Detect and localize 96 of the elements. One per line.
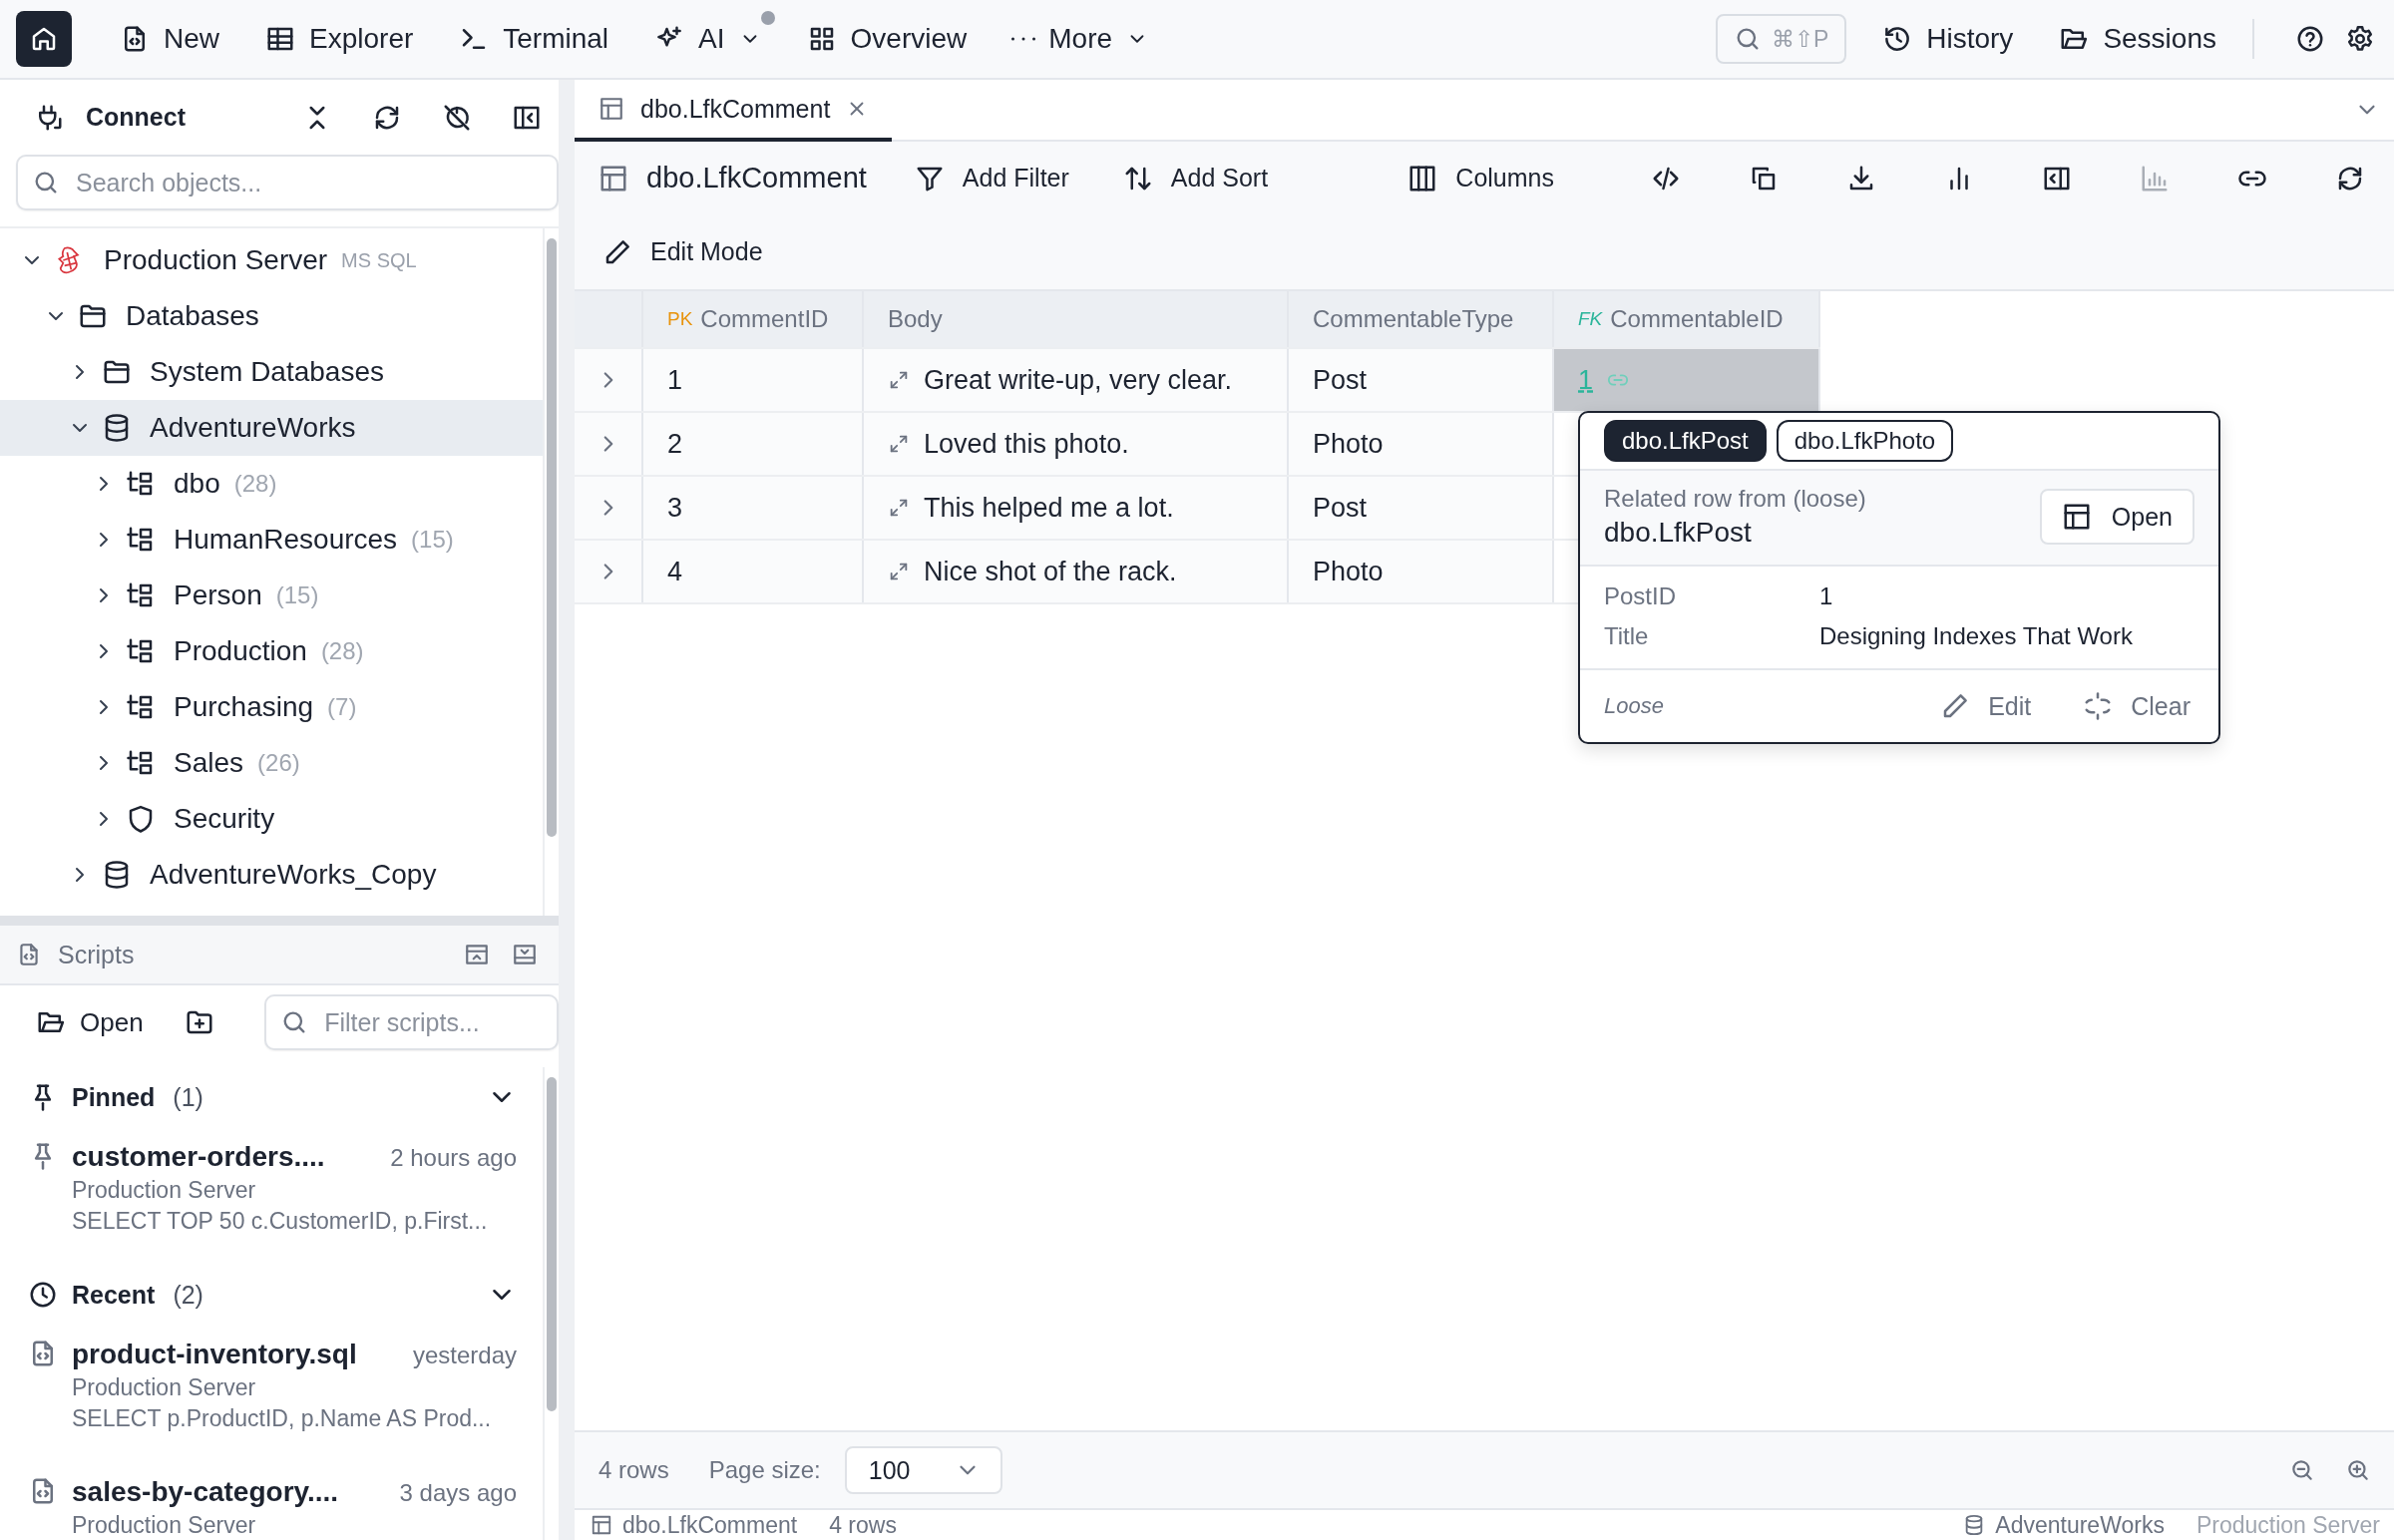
script-time: 3 days ago: [399, 1479, 517, 1507]
script-item[interactable]: sales-by-category.... 3 days ago Production Server: [28, 1462, 517, 1540]
nav-button[interactable]: Sessions: [2045, 11, 2230, 67]
tree-item[interactable]: Production (28): [0, 623, 543, 679]
expand-icon[interactable]: [888, 433, 910, 455]
mode-label: Loose: [1604, 693, 1664, 719]
search-field[interactable]: Search objects...: [16, 155, 559, 210]
expand-icon[interactable]: [888, 497, 910, 519]
script-time: 2 hours ago: [390, 1144, 517, 1172]
row-count: 4 rows: [598, 1456, 669, 1484]
scrollbar[interactable]: [547, 238, 557, 837]
panel-down-icon: [512, 942, 538, 967]
tree-item[interactable]: AdventureWorks_Copy: [0, 847, 543, 903]
nav-button[interactable]: AI: [640, 11, 775, 67]
section-header[interactable]: Pinned (1): [28, 1067, 517, 1127]
script-preview: SELECT TOP 50 c.CustomerID, p.First...: [72, 1208, 489, 1235]
script-name: customer-orders....: [72, 1141, 325, 1173]
table-cell: Nice shot of the rack.: [864, 541, 1289, 602]
table-tab[interactable]: dbo.LfkPhoto: [1776, 420, 1954, 462]
edit-button[interactable]: Edit: [1940, 691, 2032, 721]
settings-icon: [2345, 24, 2375, 54]
tree-item[interactable]: dbo (28): [0, 456, 543, 512]
table-cell: Post: [1289, 477, 1554, 539]
open-button[interactable]: Open: [36, 1006, 144, 1038]
tree-item[interactable]: AdventureWorks: [0, 400, 543, 456]
zoom-in-icon: [2345, 1457, 2371, 1483]
nav-button[interactable]: History: [1868, 11, 2028, 67]
expand-icon[interactable]: [888, 561, 910, 582]
script-name: sales-by-category....: [72, 1476, 339, 1508]
tree-item[interactable]: Production Server MS SQL: [0, 232, 543, 288]
script-name: product-inventory.sql: [72, 1339, 357, 1370]
clear-button[interactable]: Clear: [2083, 691, 2191, 721]
nav-button[interactable]: More: [998, 11, 1163, 67]
tree-item[interactable]: System Databases: [0, 344, 543, 400]
field-value: Designing Indexes That Work: [1819, 622, 2133, 650]
nav-button[interactable]: Terminal: [445, 11, 623, 67]
table-cell: Photo: [1289, 541, 1554, 602]
table-cell: Loved this photo.: [864, 413, 1289, 475]
zoom-out-icon: [2289, 1457, 2315, 1483]
script-item[interactable]: product-inventory.sql yesterday Production Server SELECT p.ProductID, p.Name AS Prod...: [28, 1325, 517, 1462]
table-cell: 3: [643, 477, 864, 539]
page-size-select[interactable]: 100: [844, 1446, 1002, 1494]
home-button[interactable]: [16, 11, 72, 67]
table-tab[interactable]: dbo.LfkPost: [1604, 420, 1767, 462]
script-server: Production Server: [72, 1177, 257, 1204]
help-icon: [2295, 24, 2325, 54]
disconnect-icon: [442, 102, 472, 133]
table-icon: [591, 1514, 612, 1536]
unlink-icon: [2083, 691, 2114, 721]
sort-button[interactable]: Add Sort: [1122, 163, 1269, 193]
table-cell: Post: [1289, 349, 1554, 411]
status-table: dbo.LfkComment: [622, 1511, 798, 1539]
field-label: PostID: [1604, 582, 1678, 610]
status-server: Production Server: [2195, 1511, 2380, 1539]
filter-button[interactable]: Add Filter: [914, 163, 1069, 193]
popover-caption: Related row from (loose): [1604, 485, 1867, 513]
nav-button[interactable]: Explorer: [251, 11, 428, 67]
field-value: 1: [1819, 582, 1833, 610]
status-rows: 4 rows: [829, 1511, 897, 1539]
panel-title: Scripts: [58, 940, 135, 969]
tree-item[interactable]: Security: [0, 791, 543, 847]
tree-item[interactable]: Person (15): [0, 568, 543, 623]
field-label: Title: [1604, 622, 1650, 650]
table-cell: Great write-up, very clear.: [864, 349, 1289, 411]
script-server: Production Server: [72, 1374, 257, 1401]
edit-mode-button[interactable]: Edit Mode: [602, 236, 763, 267]
connect-button[interactable]: Connect: [34, 102, 186, 133]
table-cell: 1: [1554, 349, 1820, 411]
tree-item[interactable]: Databases: [0, 288, 543, 344]
nav-button[interactable]: Overview: [792, 11, 982, 67]
table-cell: 4: [643, 541, 864, 602]
table-cell: 1: [643, 349, 864, 411]
tree-item[interactable]: Sales (26): [0, 735, 543, 791]
clock-icon: [28, 1280, 58, 1310]
columns-button[interactable]: Columns: [1407, 163, 1554, 193]
table-title: dbo.LfkComment: [646, 162, 867, 194]
table-cell: 2: [643, 413, 864, 475]
tree-item[interactable]: Purchasing (7): [0, 679, 543, 735]
section-header[interactable]: Recent (2): [28, 1265, 517, 1325]
page-size-label: Page size:: [708, 1456, 821, 1484]
nav-button[interactable]: New: [106, 11, 233, 67]
filter-field[interactable]: Filter scripts...: [264, 994, 559, 1050]
popover-title: dbo.LfkPost: [1604, 517, 1753, 549]
script-preview: SELECT p.ProductID, p.Name AS Prod...: [72, 1405, 493, 1432]
expand-icon[interactable]: [888, 369, 910, 391]
script-item[interactable]: customer-orders.... 2 hours ago Production Server SELECT TOP 50 c.CustomerID, p.First...: [28, 1127, 517, 1265]
scrollbar[interactable]: [547, 1077, 557, 1411]
table-cell: This helped me a lot.: [864, 477, 1289, 539]
script-server: Production Server: [72, 1512, 257, 1539]
status-database: AdventureWorks: [1995, 1511, 2165, 1539]
table-icon: [598, 96, 624, 122]
script-time: yesterday: [412, 1342, 517, 1369]
tree-item[interactable]: HumanResources (15): [0, 512, 543, 568]
panel-up-icon: [464, 942, 490, 967]
table-cell: Photo: [1289, 413, 1554, 475]
open-button[interactable]: Open: [2039, 489, 2194, 545]
